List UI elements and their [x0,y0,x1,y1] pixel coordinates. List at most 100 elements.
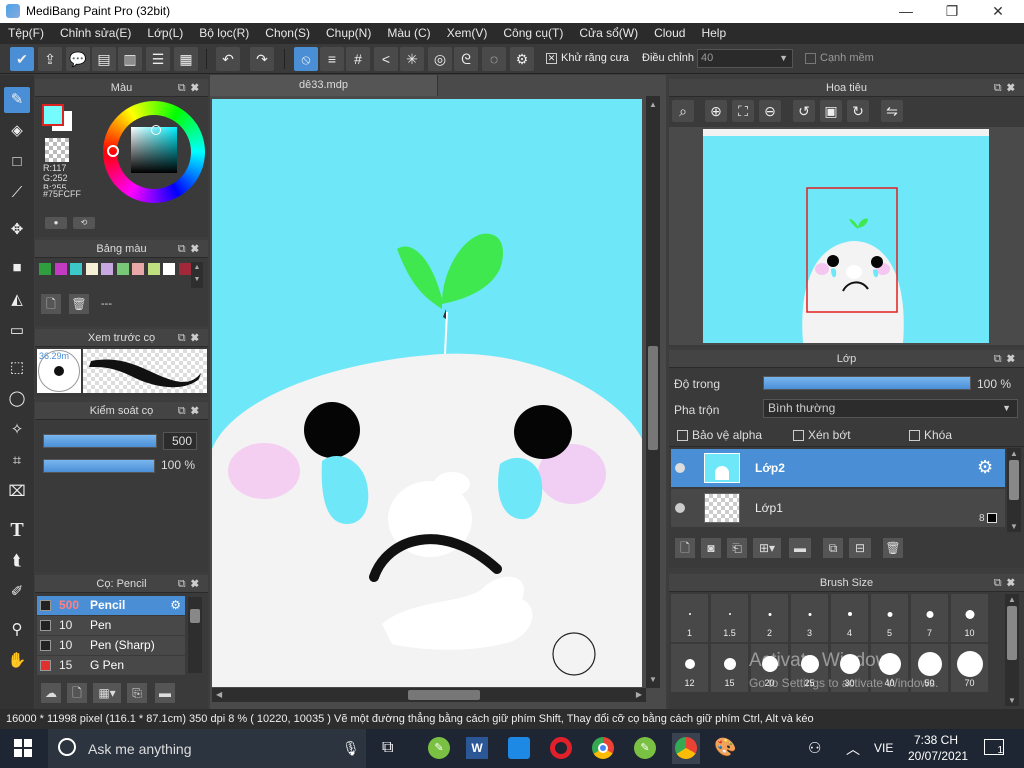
layer-opacity-slider[interactable] [763,376,971,390]
panel-buttons-icon[interactable]: ⧉✖ [178,329,204,347]
curve-snap-icon[interactable]: ᘓ [454,47,478,71]
palette-swatch[interactable] [85,263,98,275]
palette-swatch[interactable] [116,263,129,275]
brush-list-scroll-thumb[interactable] [190,609,200,623]
active-app-slot[interactable] [672,733,700,764]
gradient-tool-icon[interactable]: ▭ [4,318,30,344]
zoom-in-icon[interactable]: ⊕ [705,100,727,122]
lasso-tool-icon[interactable]: ◯ [4,386,30,412]
fit-window-icon[interactable]: ⛶ [732,100,754,122]
menu-color[interactable]: Màu (C) [379,23,438,44]
brush-opacity-slider[interactable] [43,459,155,473]
menu-select[interactable]: Chọn(S) [257,23,318,44]
layer-row-1[interactable]: Lớp1 8 [671,489,1005,527]
scroll-right-icon[interactable]: ▶ [636,690,642,699]
cloud-brush-icon[interactable]: ☁ [41,683,61,703]
brush-size-scrollbar[interactable]: ▲ ▼ [1005,594,1019,706]
brush-size-value[interactable]: 500 [163,432,197,450]
layer-scrollbar[interactable]: ▲ ▼ [1007,448,1021,532]
antialias-checkbox[interactable]: ✕ [546,53,557,64]
brush-size-cell[interactable]: 1.5 [711,594,748,642]
merge-layer-icon[interactable]: ⊟ [849,538,871,558]
comment-icon[interactable]: ▤ [92,47,116,71]
menu-filter[interactable]: Bộ lọc(R) [191,23,257,44]
new-brush-icon[interactable]: 🗋 [67,683,87,703]
palette-swatch[interactable] [178,263,191,275]
transparent-swatch[interactable] [45,138,69,162]
medibang-app-icon[interactable]: ✎ [428,737,450,759]
protect-alpha-option[interactable]: Bảo vệ alpha [677,428,762,442]
list-icon[interactable]: ☰ [146,47,170,71]
menu-file[interactable]: Tệp(F) [0,23,52,44]
menu-snap[interactable]: Chụp(N) [318,23,379,44]
gear-icon[interactable]: ⚙ [977,457,993,478]
language-indicator[interactable]: VIE [874,741,893,755]
softedge-option[interactable]: Cạnh mềm [805,52,874,64]
opera-app-icon[interactable] [550,737,572,759]
bucket-tool-icon[interactable]: ◭ [4,287,30,313]
brush-size-cell[interactable]: 12 [671,644,708,692]
duplicate-layer-icon[interactable]: ⧉ [823,538,843,558]
panel-buttons-icon[interactable]: ⧉✖ [994,350,1020,368]
vertical-scrollbar[interactable]: ▲ ▼ [646,96,660,688]
visibility-icon[interactable] [675,463,685,473]
concentric-snap-icon[interactable]: ◎ [428,47,452,71]
rectangle-tool-icon[interactable]: □ [4,149,30,175]
menu-view[interactable]: Xem(V) [439,23,496,44]
delete-layer-icon[interactable]: 🗑 [883,538,903,558]
gear-icon[interactable]: ⚙ [170,596,181,615]
close-icon[interactable]: ✕ [975,0,1021,23]
antialias-option[interactable]: ✕ Khử răng cưa [546,52,629,64]
new-halftone-layer-icon[interactable]: ⎗ [727,538,747,558]
radial-snap-icon[interactable]: ✳ [400,47,424,71]
brush-size-cell[interactable]: 2 [751,594,788,642]
panel-buttons-icon[interactable]: ⧉✖ [178,240,204,258]
scroll-down-icon[interactable]: ▼ [649,675,657,684]
clock[interactable]: 7:38 CH 20/07/2021 [908,732,968,764]
new-palette-icon[interactable]: 🗋 [41,294,61,314]
brush-list-scrollbar[interactable] [188,597,202,673]
palette-dots-icon[interactable]: ● [45,217,67,229]
move-tool-icon[interactable]: ✥ [4,217,30,243]
panel-buttons-icon[interactable]: ⧉✖ [994,574,1020,592]
menu-edit[interactable]: Chỉnh sửa(E) [52,23,139,44]
palette-scroll[interactable]: ▲ ▼ [191,262,203,288]
grid-snap-icon[interactable]: # [346,47,370,71]
rotate-left-icon[interactable]: ↺ [793,100,815,122]
brush-tool-icon[interactable]: ✎ [4,87,30,113]
text-tool-icon[interactable]: T [4,517,30,543]
palette-swatch[interactable] [101,263,113,275]
divide-tool-icon[interactable]: ✐ [4,579,30,605]
new-color-layer-icon[interactable]: ◙ [701,538,721,558]
windows-start-icon[interactable] [14,739,32,757]
palette-swatch[interactable] [163,263,175,275]
foreground-color-swatch[interactable] [42,104,64,126]
vertical-scroll-thumb[interactable] [648,346,658,450]
visibility-icon[interactable] [675,503,685,513]
protect-alpha-checkbox[interactable] [677,430,688,442]
ellipse-snap-icon[interactable]: ◌ [482,47,506,71]
scroll-up-icon[interactable]: ▲ [649,100,657,109]
drawing-canvas[interactable] [212,99,642,687]
redo-icon[interactable]: ↷ [250,47,274,71]
layer-row-2[interactable]: Lớp2 ⚙ [671,449,1005,487]
operation-tool-icon[interactable]: ⮬ [4,548,30,574]
check-icon[interactable]: ✔ [10,47,34,71]
people-icon[interactable]: ⚇ [808,739,821,757]
parallel-snap-icon[interactable]: ≡ [320,47,344,71]
menu-help[interactable]: Help [693,23,734,44]
search-box[interactable]: Ask me anything 🎙 [48,729,366,768]
brush-size-cell[interactable]: 4 [831,594,868,642]
paint-palette-icon[interactable]: 🎨 [714,737,736,758]
palette-swatch[interactable] [147,263,160,275]
zoom-out-icon[interactable]: ⊖ [759,100,781,122]
share-icon[interactable]: ⇪ [38,47,62,71]
navigator-view[interactable] [669,127,1024,345]
saturation-value-square[interactable] [131,125,177,173]
blend-mode-select[interactable]: Bình thường ▼ [763,399,1018,418]
eyedropper-tool-icon[interactable]: ⚲ [4,617,30,643]
hand-tool-icon[interactable]: ✋ [4,648,30,674]
palette-swatch[interactable] [70,263,82,275]
magic-wand-tool-icon[interactable]: ✧ [4,417,30,443]
chevron-up-icon[interactable]: ︿ [846,739,860,759]
